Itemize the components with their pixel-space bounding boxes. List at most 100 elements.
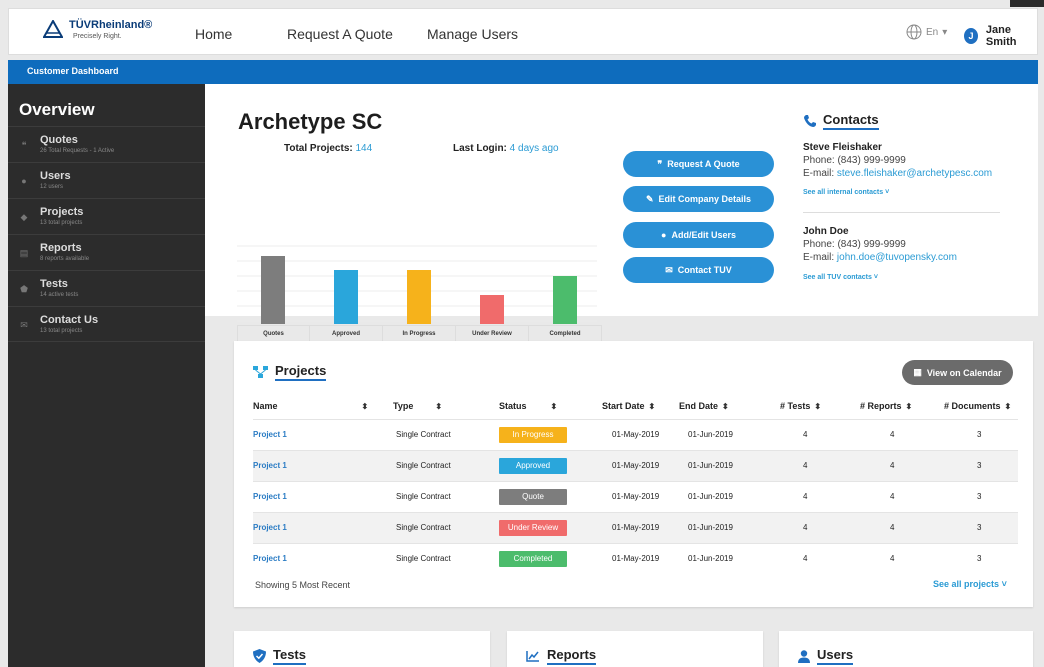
bar-completed[interactable] xyxy=(553,276,577,324)
contacts-heading: Contacts xyxy=(803,112,879,130)
edit-company-button[interactable]: ✎ Edit Company Details xyxy=(623,186,774,212)
cell-documents: 3 xyxy=(944,542,1018,574)
cell-documents: 3 xyxy=(944,480,1018,512)
link-label: See all projects xyxy=(933,579,1000,589)
contact-name: Steve Fleishaker xyxy=(803,142,882,153)
sidebar-item-sub: 26 Total Requests - 1 Active xyxy=(40,148,115,154)
phone-icon xyxy=(804,115,816,127)
button-label: Edit Company Details xyxy=(658,194,752,204)
calendar-icon: ▦ xyxy=(913,367,922,377)
bar-quotes[interactable] xyxy=(261,256,285,324)
status-badge: Approved xyxy=(499,457,567,474)
col-end-date[interactable]: End Date ⬍ xyxy=(679,393,780,419)
bar-approved[interactable] xyxy=(334,270,358,324)
col-type[interactable]: Type ⬍ xyxy=(393,393,499,419)
col-status[interactable]: Status ⬍ xyxy=(499,393,602,419)
column-label: Status xyxy=(499,400,527,411)
add-edit-users-button[interactable]: ● Add/Edit Users xyxy=(623,222,774,248)
users-card: Users xyxy=(779,631,1033,667)
nav-request-quote[interactable]: Request A Quote xyxy=(287,26,393,42)
sidebar-item-sub: 13 total projects xyxy=(40,328,83,334)
company-name: Archetype SC xyxy=(238,109,383,134)
cell-start-date: 01-May-2019 xyxy=(602,480,679,512)
projects-icon xyxy=(253,366,268,378)
cell-documents: 3 xyxy=(944,449,1018,481)
table-row[interactable]: Project 1 Single Contract Completed 01-May-… xyxy=(253,542,1018,574)
sidebar-item-tests[interactable]: ⬟ Tests 14 active tests xyxy=(8,270,205,306)
cell-documents: 3 xyxy=(944,511,1018,543)
nav-home[interactable]: Home xyxy=(195,26,232,42)
col-tests[interactable]: # Tests ⬍ xyxy=(780,393,860,419)
envelope-icon: ✉ xyxy=(665,264,673,275)
contact-email[interactable]: steve.fleishaker@archetypesc.com xyxy=(837,168,992,179)
tests-title: Tests xyxy=(273,647,306,665)
see-tuv-contacts-link[interactable]: See all TUV contacts ˅ xyxy=(803,274,878,281)
cell-status: Quote xyxy=(499,480,602,512)
project-link[interactable]: Project 1 xyxy=(253,461,287,470)
table-row[interactable]: Project 1 Single Contract Quote 01-May-2019… xyxy=(253,480,1018,512)
cell-end-date: 01-Jun-2019 xyxy=(679,449,780,481)
project-link[interactable]: Project 1 xyxy=(253,492,287,501)
col-documents[interactable]: # Documents ⬍ xyxy=(944,393,1018,419)
sort-icon: ⬍ xyxy=(648,401,656,411)
view-calendar-button[interactable]: ▦ View on Calendar xyxy=(902,360,1013,385)
cell-type: Single Contract xyxy=(393,480,499,512)
sidebar: Overview ❝ Quotes 26 Total Requests - 1 … xyxy=(8,84,205,667)
cell-type: Single Contract xyxy=(393,449,499,481)
bar-in-progress[interactable] xyxy=(407,270,431,324)
language-selector[interactable]: En ▾ xyxy=(906,24,947,40)
col-name[interactable]: Name ⬍ xyxy=(253,393,393,419)
corner-tab xyxy=(1010,0,1044,7)
cell-type: Single Contract xyxy=(393,418,499,450)
bar-under-review[interactable] xyxy=(480,295,504,324)
breadcrumb-bar: Customer Dashboard xyxy=(8,60,1038,84)
brand-logo[interactable]: TÜVRheinland® Precisely Right. xyxy=(43,20,152,40)
reports-icon: ▤ xyxy=(19,248,29,258)
sidebar-item-sub: 12 users xyxy=(40,184,64,190)
link-label: See all internal contacts xyxy=(803,189,884,196)
table-row[interactable]: Project 1 Single Contract Under Review 01-M… xyxy=(253,511,1018,543)
chevron-down-icon: ˅ xyxy=(885,189,890,196)
contact-phone: Phone: (843) 999-9999 xyxy=(803,239,906,250)
nav-manage-users[interactable]: Manage Users xyxy=(427,26,518,42)
last-login-value: 4 days ago xyxy=(509,143,559,154)
contact-email-row: E-mail: steve.fleishaker@archetypesc.com xyxy=(803,168,992,179)
sidebar-item-quotes[interactable]: ❝ Quotes 26 Total Requests - 1 Active xyxy=(8,126,205,162)
contact-email[interactable]: john.doe@tuvopensky.com xyxy=(837,252,957,263)
contact-tuv-button[interactable]: ✉ Contact TUV xyxy=(623,257,774,283)
cell-tests: 4 xyxy=(780,449,860,481)
sidebar-item-reports[interactable]: ▤ Reports 8 reports available xyxy=(8,234,205,270)
table-row[interactable]: Project 1 Single Contract Approved 01-May-2… xyxy=(253,449,1018,481)
project-link[interactable]: Project 1 xyxy=(253,430,287,439)
request-quote-button[interactable]: ❞ Request A Quote xyxy=(623,151,774,177)
cell-name: Project 1 xyxy=(253,511,393,543)
sidebar-item-users[interactable]: ● Users 12 users xyxy=(8,162,205,198)
projects-table: Name ⬍ Type ⬍ Status ⬍ Start Date ⬍ End Date… xyxy=(253,393,1018,574)
cell-name: Project 1 xyxy=(253,542,393,574)
project-link[interactable]: Project 1 xyxy=(253,523,287,532)
table-row[interactable]: Project 1 Single Contract In Progress 01-Ma… xyxy=(253,418,1018,450)
breadcrumb[interactable]: Customer Dashboard xyxy=(27,66,119,76)
language-label: En xyxy=(926,26,939,38)
see-all-projects-link[interactable]: See all projects ˅ xyxy=(933,579,1007,589)
showing-count: Showing 5 Most Recent xyxy=(255,580,351,590)
col-reports[interactable]: # Reports ⬍ xyxy=(860,393,944,419)
see-internal-contacts-link[interactable]: See all internal contacts ˅ xyxy=(803,189,889,196)
user-menu[interactable]: J Jane Smith xyxy=(964,24,1037,48)
total-projects-label: Total Projects: xyxy=(284,143,353,154)
count-label: Completed xyxy=(549,331,581,337)
col-start-date[interactable]: Start Date ⬍ xyxy=(602,393,679,419)
column-label: # Tests xyxy=(780,400,811,411)
projects-card: Projects ▦ View on Calendar Name ⬍ Type ⬍ … xyxy=(234,341,1033,607)
sidebar-item-sub: 14 active tests xyxy=(40,292,79,298)
sidebar-item-contact-us[interactable]: ✉ Contact Us 13 total projects xyxy=(8,306,205,342)
sort-icon: ⬍ xyxy=(722,401,729,411)
count-label: Quotes xyxy=(263,331,284,337)
projects-icon: ◆ xyxy=(20,212,28,222)
reports-card: Reports xyxy=(507,631,763,667)
status-badge: Quote xyxy=(499,488,567,505)
last-login-label: Last Login: xyxy=(453,143,507,154)
project-link[interactable]: Project 1 xyxy=(253,554,287,563)
sidebar-item-projects[interactable]: ◆ Projects 13 total projects xyxy=(8,198,205,234)
cell-name: Project 1 xyxy=(253,418,393,450)
